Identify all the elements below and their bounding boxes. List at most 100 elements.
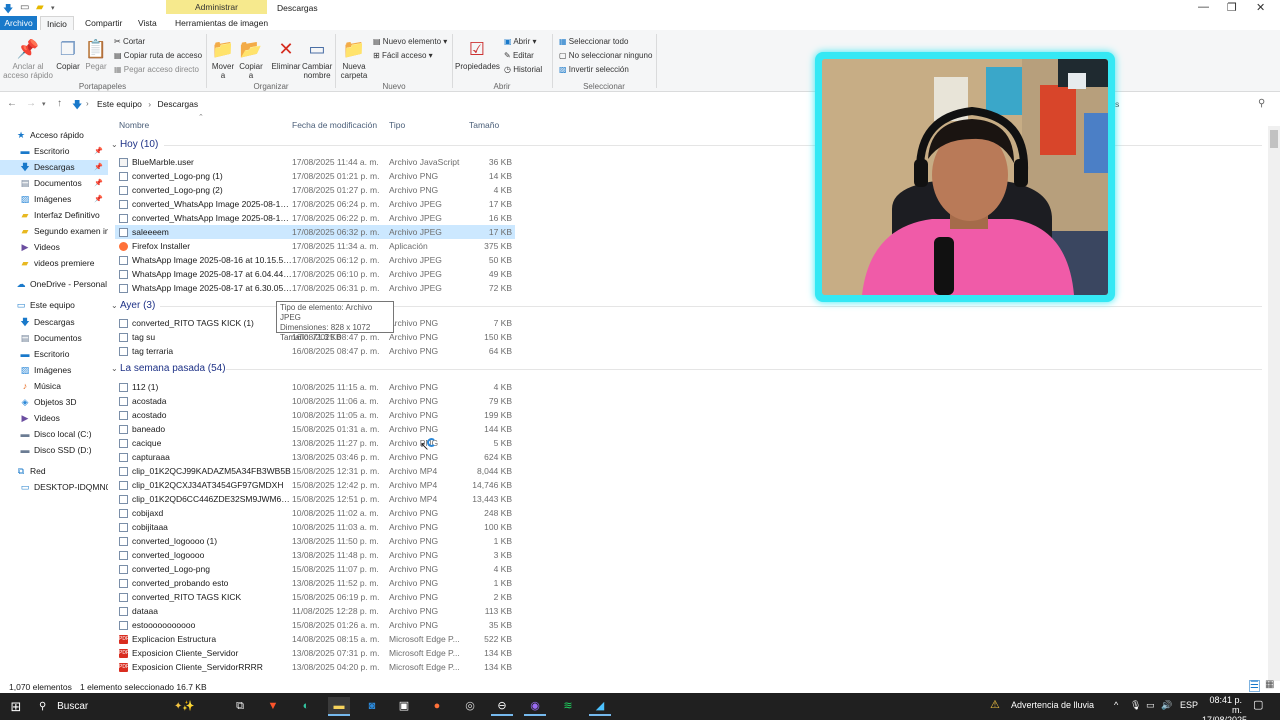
properties-button[interactable]: ☑ Propiedades xyxy=(455,38,500,71)
collapse-chevron-icon[interactable]: ⌄ xyxy=(111,301,120,310)
breadcrumb-descargas[interactable]: Descargas xyxy=(158,99,199,109)
sidebar-item[interactable]: ▰ Segundo examen in xyxy=(0,224,108,239)
table-row[interactable]: WhatsApp Image 2025-08-17 at 6.30.05 PM 1… xyxy=(115,281,515,295)
network-icon[interactable]: ▭ xyxy=(1146,700,1155,711)
table-row[interactable]: converted_Logo-png (2) 17/08/2025 01:27 p… xyxy=(115,183,515,197)
tab-archivo[interactable]: Archivo xyxy=(0,16,37,30)
table-row[interactable]: baneado 15/08/2025 01:31 a. m. Archivo PNG… xyxy=(115,422,515,436)
sidebar-item[interactable]: ▨ Imágenes 📌 xyxy=(0,192,108,207)
column-header-size[interactable]: Tamaño xyxy=(469,120,499,130)
table-row[interactable]: converted_WhatsApp Image 2025-08-17 ... 1… xyxy=(115,211,515,225)
tab-vista[interactable]: Vista xyxy=(132,16,163,30)
pinned-icon[interactable]: 📌 xyxy=(94,176,103,191)
clock[interactable]: 08:41 p. m. 17/08/2025 xyxy=(1202,695,1247,725)
table-row[interactable]: converted_RITO TAGS KICK 15/08/2025 06:19… xyxy=(115,590,515,604)
table-row[interactable]: 112 (1) 10/08/2025 11:15 a. m. Archivo PNG… xyxy=(115,380,515,394)
scrollbar-thumb[interactable] xyxy=(1270,130,1278,148)
table-row[interactable]: saleeeem 17/08/2025 06:32 p. m. Archivo JP… xyxy=(115,225,515,239)
pinned-icon[interactable]: 📌 xyxy=(94,192,103,207)
select-none-button[interactable]: ▢ No seleccionar ninguno xyxy=(559,51,652,61)
media-app-icon[interactable]: ⊖ xyxy=(491,697,513,716)
history-button[interactable]: ◷ Historial xyxy=(504,65,542,75)
sidebar-item[interactable]: 🡇 Descargas xyxy=(0,315,108,330)
sidebar-item[interactable]: ▶ Videos xyxy=(0,411,108,426)
sidebar-item[interactable]: ▭ DESKTOP-IDQMN0K xyxy=(0,480,108,495)
open-button[interactable]: ▣ Abrir ▾ xyxy=(504,37,536,47)
table-row[interactable]: clip_01K2QCJ99KADAZM5A34FB3WB5B 15/08/202… xyxy=(115,464,515,478)
sidebar-item[interactable]: ▬ Disco SSD (D:) xyxy=(0,443,108,458)
table-row[interactable]: converted_Logo-png 15/08/2025 11:07 p. m.… xyxy=(115,562,515,576)
table-row[interactable]: dataaa 11/08/2025 12:28 p. m. Archivo PNG 1… xyxy=(115,604,515,618)
maximize-icon[interactable]: ❐ xyxy=(1227,1,1237,14)
table-row[interactable]: converted_logoooo 13/08/2025 11:48 p. m. A… xyxy=(115,548,515,562)
delete-button[interactable]: ✕ Eliminar xyxy=(270,38,302,71)
sidebar-item[interactable]: ▬ Escritorio 📌 xyxy=(0,144,108,159)
tab-inicio[interactable]: Inicio xyxy=(40,16,74,30)
up-arrow-icon[interactable]: ↑ xyxy=(57,98,62,109)
table-row[interactable]: Firefox Installer 17/08/2025 11:34 a. m. A… xyxy=(115,239,515,253)
vertical-scrollbar[interactable] xyxy=(1268,126,1280,681)
properties-qa-icon[interactable]: ▭ xyxy=(20,2,29,13)
language-indicator[interactable]: ESP xyxy=(1180,700,1198,710)
volume-icon[interactable]: 🔊 xyxy=(1161,700,1172,711)
copy-button[interactable]: ❐ Copiar xyxy=(55,38,81,71)
details-view-icon[interactable]: ☰ xyxy=(1249,680,1260,692)
group-header[interactable]: ⌄ Hoy (10) xyxy=(111,138,158,152)
table-row[interactable]: estooooooooooo 15/08/2025 01:26 a. m. Arch… xyxy=(115,618,515,632)
spotify-icon[interactable]: ≋ xyxy=(557,697,579,716)
table-row[interactable]: cobijaxd 10/08/2025 11:02 a. m. Archivo PN… xyxy=(115,506,515,520)
copy-to-button[interactable]: 📂 Copiar a xyxy=(238,38,264,80)
close-icon[interactable]: ✕ xyxy=(1256,1,1265,14)
column-header-date[interactable]: Fecha de modificación xyxy=(292,120,377,130)
table-row[interactable]: WhatsApp Image 2025-08-16 at 10.15.56 ..… xyxy=(115,253,515,267)
table-row[interactable]: acostado 10/08/2025 11:05 a. m. Archivo PN… xyxy=(115,408,515,422)
table-row[interactable]: tag terraria 16/08/2025 08:47 p. m. Archiv… xyxy=(115,344,515,358)
photo-editor-icon[interactable]: ◢ xyxy=(589,697,611,716)
obs-icon[interactable]: ◎ xyxy=(459,697,481,716)
sidebar-item[interactable]: ▶ Videos xyxy=(0,240,108,255)
sidebar-item[interactable]: ▤ Documentos 📌 xyxy=(0,176,108,191)
file-explorer-taskbar-icon[interactable]: ▬ xyxy=(328,697,350,716)
store-icon[interactable]: ▣ xyxy=(393,697,415,716)
column-header-name[interactable]: Nombre xyxy=(119,120,149,130)
sidebar-item[interactable]: ▰ videos premiere xyxy=(0,256,108,271)
table-row[interactable]: acostada 10/08/2025 11:06 a. m. Archivo PN… xyxy=(115,394,515,408)
move-to-button[interactable]: 📁 Mover a xyxy=(210,38,236,80)
table-row[interactable]: cobijitaaa 10/08/2025 11:03 a. m. Archivo … xyxy=(115,520,515,534)
task-view-icon[interactable]: ⧉ xyxy=(229,697,251,716)
table-row[interactable]: PDF Exposicion Cliente_ServidorRRRR 13/08/… xyxy=(115,660,515,674)
table-row[interactable]: converted_probando esto 13/08/2025 11:52 … xyxy=(115,576,515,590)
edge-browser-icon[interactable]: ◐ xyxy=(295,697,317,716)
invert-selection-button[interactable]: ▨ Invertir selección xyxy=(559,65,629,75)
table-row[interactable]: capturaaa 13/08/2025 03:46 p. m. Archivo P… xyxy=(115,450,515,464)
collapse-chevron-icon[interactable]: ⌄ xyxy=(111,364,120,373)
windows-start-icon[interactable]: ⊞ xyxy=(5,697,27,716)
sidebar-item[interactable]: ▭ Este equipo xyxy=(0,298,108,313)
tab-herramientas-imagen[interactable]: Herramientas de imagen xyxy=(169,16,274,30)
sidebar-item[interactable]: ▰ Interfaz Definitivo xyxy=(0,208,108,223)
pinned-icon[interactable]: 📌 xyxy=(94,144,103,159)
firefox-icon[interactable]: ● xyxy=(426,697,448,716)
cut-button[interactable]: ✂ Cortar xyxy=(114,37,145,47)
microphone-icon[interactable]: 🎙 xyxy=(1130,700,1141,711)
copy-path-button[interactable]: ▤ Copiar ruta de acceso xyxy=(114,51,202,61)
rename-button[interactable]: ▭ Cambiar nombre xyxy=(302,38,332,80)
sidebar-item[interactable]: ⧉ Red xyxy=(0,464,108,479)
tray-overflow-chevron-icon[interactable]: ^ xyxy=(1114,700,1118,710)
sidebar-item[interactable]: 🡇 Descargas 📌 xyxy=(0,160,108,175)
table-row[interactable]: PDF Exposicion Cliente_Servidor 13/08/2025… xyxy=(115,646,515,660)
table-row[interactable]: BlueMarble.user 17/08/2025 11:44 a. m. Arc… xyxy=(115,155,515,169)
outlook-icon[interactable]: ◙ xyxy=(361,697,383,716)
taskbar-search[interactable]: ⚲ Buscar ✦✨ xyxy=(34,696,210,717)
sidebar-item[interactable]: ◈ Objetos 3D xyxy=(0,395,108,410)
recent-chevron-icon[interactable]: ▾ xyxy=(42,100,46,108)
breadcrumb-este-equipo[interactable]: Este equipo xyxy=(97,99,142,109)
table-row[interactable]: converted_Logo-png (1) 17/08/2025 01:21 p… xyxy=(115,169,515,183)
sidebar-item[interactable]: ★ Acceso rápido xyxy=(0,128,108,143)
table-row[interactable]: clip_01K2QD6CC446ZDE32SM9JWM6YW 15/08/202… xyxy=(115,492,515,506)
pinned-icon[interactable]: 📌 xyxy=(94,160,103,175)
table-row[interactable]: converted_logoooo (1) 13/08/2025 11:50 p.… xyxy=(115,534,515,548)
table-row[interactable]: PDF Explicacion Estructura 14/08/2025 08:1… xyxy=(115,632,515,646)
context-tab-administrar[interactable]: Administrar xyxy=(166,0,267,14)
sidebar-item[interactable]: ▬ Disco local (C:) xyxy=(0,427,108,442)
